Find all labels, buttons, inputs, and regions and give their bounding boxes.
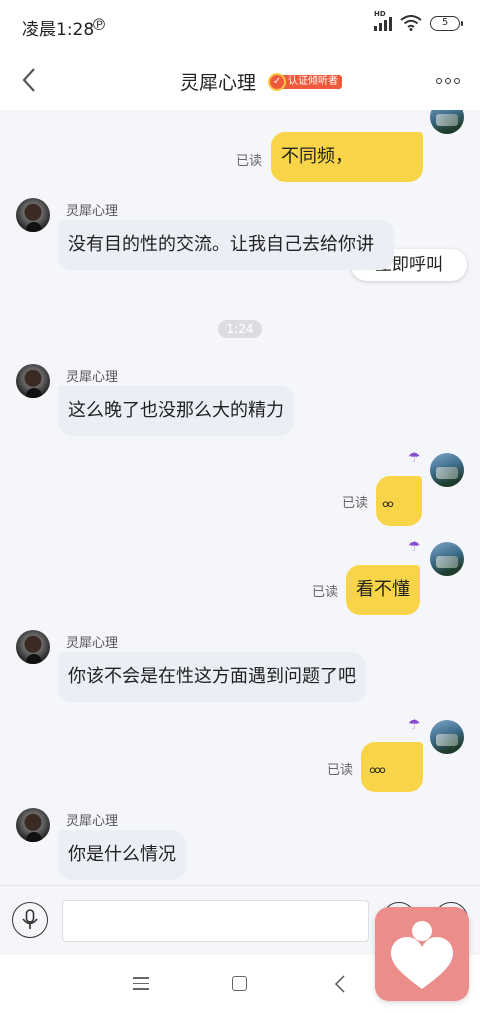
message-bubble-counselor[interactable]: 你该不会是在性这方面遇到问题了吧 xyxy=(58,652,366,702)
page-title: 灵犀心理 xyxy=(180,72,257,94)
back-icon[interactable] xyxy=(20,66,40,94)
home-icon[interactable] xyxy=(232,976,247,991)
sender-name: 灵犀心理 xyxy=(66,636,119,651)
umbrella-icon: ☂ xyxy=(408,539,421,555)
my-avatar[interactable] xyxy=(430,720,464,754)
message-text: 你是什么情况 xyxy=(68,844,176,865)
signal-icon: HD xyxy=(374,10,392,31)
message-text: 不同频， xyxy=(281,146,353,167)
recent-apps-icon[interactable] xyxy=(133,977,149,994)
message-bubble-mine[interactable]: 。。。 xyxy=(361,742,423,792)
battery-indicator: 5 xyxy=(430,15,463,31)
message-text: 你该不会是在性这方面遇到问题了吧 xyxy=(68,666,356,687)
message-bubble-counselor[interactable]: 这么晚了也没那么大的精力 xyxy=(58,386,294,436)
chat-header: 灵犀心理 ✓ 认证倾听者 xyxy=(0,52,480,110)
sender-name: 灵犀心理 xyxy=(66,814,119,829)
title-area: 灵犀心理 ✓ 认证倾听者 xyxy=(180,68,343,95)
sender-name: 灵犀心理 xyxy=(66,370,119,385)
counselor-avatar[interactable] xyxy=(16,630,50,664)
read-receipt: 已读 xyxy=(327,763,354,778)
message-text: 看不懂 xyxy=(356,579,410,600)
voice-button[interactable] xyxy=(12,902,48,938)
message-bubble-counselor[interactable]: 没有目的性的交流。让我自己去给你讲 xyxy=(58,220,394,270)
floating-heart-widget[interactable] xyxy=(375,907,469,1001)
sender-name: 灵犀心理 xyxy=(66,204,119,219)
heart-icon xyxy=(391,921,453,989)
mic-icon xyxy=(22,909,38,929)
more-icon[interactable] xyxy=(436,78,460,84)
status-time: 凌晨1:28 xyxy=(22,20,95,40)
read-receipt: 已读 xyxy=(312,585,339,600)
my-avatar[interactable] xyxy=(430,110,464,134)
timestamp-divider: 1:24 xyxy=(218,320,262,338)
message-text: 没有目的性的交流。让我自己去给你讲 xyxy=(68,234,374,255)
message-bubble-counselor[interactable]: 你是什么情况 xyxy=(58,830,186,880)
nav-back-icon[interactable] xyxy=(334,974,346,994)
network-type-label: HD xyxy=(374,10,386,18)
verified-badge: ✓ 认证倾听者 xyxy=(268,72,343,91)
status-bar: 凌晨1:28 ℗ HD 5 xyxy=(0,0,480,52)
counselor-avatar[interactable] xyxy=(16,808,50,842)
status-icons: HD 5 xyxy=(374,10,463,31)
message-text: 。。 xyxy=(382,490,405,511)
counselor-avatar[interactable] xyxy=(16,364,50,398)
message-text: 这么晚了也没那么大的精力 xyxy=(68,400,284,421)
umbrella-icon: ☂ xyxy=(408,450,421,466)
wifi-icon xyxy=(400,15,422,31)
my-avatar[interactable] xyxy=(430,542,464,576)
bluetooth-icon: ℗ xyxy=(91,15,107,34)
message-bubble-mine[interactable]: 看不懂 xyxy=(346,565,420,615)
read-receipt: 已读 xyxy=(236,154,263,169)
my-avatar[interactable] xyxy=(430,453,464,487)
verified-seal-icon: ✓ xyxy=(268,72,287,91)
read-receipt: 已读 xyxy=(342,496,369,511)
message-bubble-mine[interactable]: 不同频， xyxy=(271,132,423,182)
message-text: 。。。 xyxy=(369,756,397,777)
message-input[interactable] xyxy=(62,900,369,942)
chat-list[interactable]: 已读 不同频， 立即呼叫 灵犀心理 没有目的性的交流。让我自己去给你讲 1:24… xyxy=(0,110,480,885)
umbrella-icon: ☂ xyxy=(408,717,421,733)
message-bubble-mine[interactable]: 。。 xyxy=(376,476,422,526)
counselor-avatar[interactable] xyxy=(16,198,50,232)
verified-badge-text: 认证倾听者 xyxy=(280,74,343,89)
